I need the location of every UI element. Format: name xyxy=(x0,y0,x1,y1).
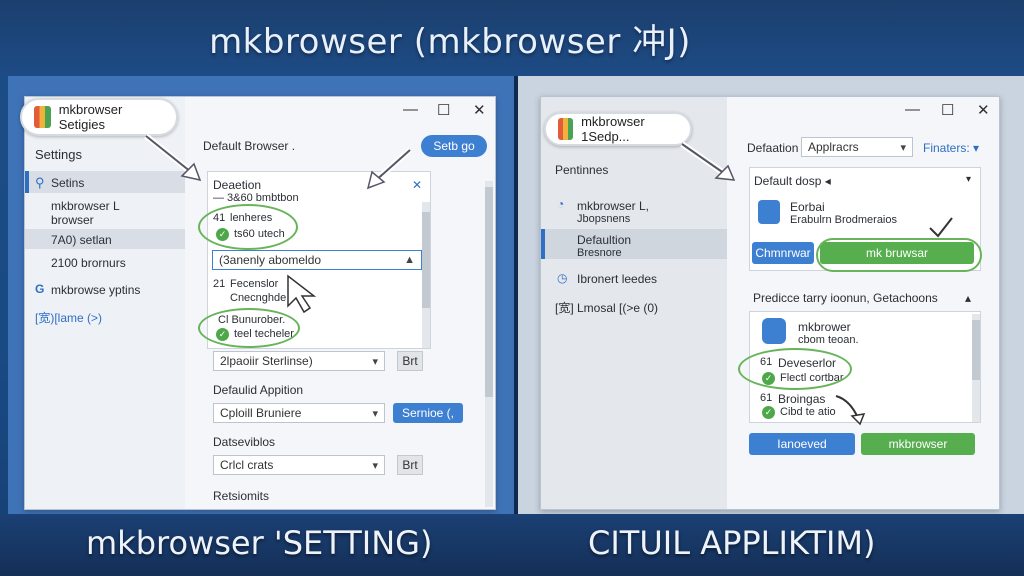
app-title: Eorbai xyxy=(790,200,825,214)
arrow-icon xyxy=(144,133,202,182)
sidebar-item-yptins[interactable]: mkbrowse yptins xyxy=(51,283,140,297)
card-subtitle: — 3&60 bmbtbon xyxy=(213,192,299,204)
list-item-num: 61 xyxy=(760,392,773,404)
app-logo-icon xyxy=(558,118,574,140)
banner-title: mkbrowser (mkbrowser 冲J) xyxy=(209,22,691,62)
mkbrowser-button[interactable]: mkbrowser xyxy=(861,433,975,455)
browser-icon: ◔ xyxy=(557,197,565,211)
app-logo-icon xyxy=(34,106,51,128)
sidebar-title: Pentinnes xyxy=(555,163,609,177)
search-icon: ⚲ xyxy=(35,175,45,190)
default-apps-window: Pentinnes ◔ mkbrowser L, Jbopsnens Defau… xyxy=(540,96,1000,510)
minimize-button[interactable]: — xyxy=(403,101,418,118)
sidebar-item-mkbrowser[interactable]: mkbrowser L, xyxy=(577,199,649,213)
row2-select-value: Cploill Bruniere xyxy=(220,406,302,420)
section-title: Predicce tarry ioonun, Getachoons xyxy=(753,291,938,305)
section-detes: Datseviblos xyxy=(213,435,276,449)
sidebar-item-brornurs[interactable]: 2100 brornurs xyxy=(51,256,126,270)
row3-select-value: Crlcl crats xyxy=(220,458,274,472)
app-title-pill: mkbrowser 1Sedp... xyxy=(544,112,692,146)
cursor-icon xyxy=(929,217,953,238)
cursor-icon xyxy=(287,274,317,314)
sidebar-selected-indicator xyxy=(541,229,545,259)
sidebar-item-setins[interactable]: Setins xyxy=(51,176,84,190)
clock-icon: ◷ xyxy=(557,271,568,285)
settings-window: Settings ⚲ Setins mkbrowser L browser 7A… xyxy=(24,96,496,510)
row1-button[interactable]: Brt xyxy=(397,351,423,371)
chevron-down-icon: ▾ xyxy=(372,408,378,420)
sidebar-item-sub: Jbopsnens xyxy=(577,213,631,225)
app-title: mkbrowser Setigies xyxy=(58,102,123,132)
check-icon: ✓ xyxy=(762,406,775,419)
arrow-icon xyxy=(835,395,866,426)
chevron-up-icon: ▲ xyxy=(404,254,415,266)
chevron-up-icon[interactable]: ▴ xyxy=(965,291,971,305)
sidebar-link-lmosal[interactable]: [宽] Lmosal [(>e (0) xyxy=(555,299,658,316)
chevron-down-icon[interactable]: ▾ xyxy=(966,174,971,185)
chevron-down-icon: ▾ xyxy=(372,460,378,472)
setup-button[interactable]: Setb go xyxy=(421,135,487,157)
apps-select[interactable]: Applracrs ▾ xyxy=(801,137,913,157)
panel-divider xyxy=(514,76,518,516)
sidebar-title: Settings xyxy=(35,147,82,162)
app-icon xyxy=(758,200,780,224)
list-item-name[interactable]: mkbrower xyxy=(798,320,851,334)
highlight-ring xyxy=(198,204,298,250)
item-number: 21 xyxy=(213,278,226,290)
row1-select-value: 2lpaoiir Sterlinse) xyxy=(220,354,313,368)
search-browser-value: (3anenly abomeldo xyxy=(219,253,322,267)
apps-select-value: Applracrs xyxy=(808,140,859,154)
list-item-sub: cbom teoan. xyxy=(798,334,859,346)
top-banner: mkbrowser (mkbrowser 冲J) xyxy=(0,0,1024,76)
row3-button[interactable]: Brt xyxy=(397,455,423,475)
list-item-name[interactable]: Broingas xyxy=(778,392,825,406)
chevron-down-icon: ▾ xyxy=(900,142,906,154)
row2-select[interactable]: Cploill Bruniere ▾ xyxy=(213,403,385,423)
sidebar-item-setlan[interactable]: 7A0) setlan xyxy=(51,233,112,247)
sidebar-item-mkbrowser[interactable]: mkbrowser L xyxy=(51,199,120,213)
arrow-icon xyxy=(366,147,412,190)
card-title: Deaetion xyxy=(213,178,262,192)
app-icon xyxy=(762,318,786,344)
default-dosp-label: Default dosp ◂ xyxy=(754,174,831,188)
item-sub: Cnecnghde xyxy=(230,292,287,304)
refresh-icon: G xyxy=(35,282,45,296)
maximize-button[interactable]: ☐ xyxy=(437,101,450,119)
highlight-ring xyxy=(816,238,982,272)
caption-right: CITUIL APPLIKTIM) xyxy=(588,524,876,562)
row2-button[interactable]: Sernioe (, xyxy=(393,403,463,423)
row1-select[interactable]: 2lpaoiir Sterlinse) ▾ xyxy=(213,351,385,371)
chevron-down-icon: ▾ xyxy=(372,356,378,368)
list-item-sub: Cibd te atio xyxy=(780,406,836,418)
sidebar-selected-indicator xyxy=(25,171,29,193)
sidebar-selected-bg xyxy=(541,229,727,259)
sidebar-item-browser[interactable]: browser xyxy=(51,213,94,227)
row3-select[interactable]: Crlcl crats ▾ xyxy=(213,455,385,475)
highlight-ring xyxy=(738,348,852,390)
close-button[interactable]: ✕ xyxy=(977,101,990,119)
sidebar-item-sub: Bresnore xyxy=(577,247,622,259)
item-name[interactable]: Fecenslor xyxy=(230,278,278,290)
arrow-icon xyxy=(680,141,736,181)
remove-button[interactable]: Ianoeved xyxy=(749,433,855,455)
content-scrollbar-thumb[interactable] xyxy=(485,187,493,397)
sidebar-item-defaultion[interactable]: Defaultion xyxy=(577,233,631,247)
section-last: Retsiomits xyxy=(213,489,270,503)
search-browser-field[interactable]: (3anenly abomeldo ▲ xyxy=(212,250,422,270)
app-subtitle: Erabulrn Brodmeraios xyxy=(790,214,897,226)
maximize-button[interactable]: ☐ xyxy=(941,101,954,119)
section-default-app: Defaulid Appition xyxy=(213,383,304,397)
filters-link[interactable]: Finaters: ▾ xyxy=(923,141,979,155)
close-button[interactable]: ✕ xyxy=(473,101,486,119)
caption-left: mkbrowser 'SETTING) xyxy=(86,524,433,562)
defaation-label: Defaation xyxy=(747,141,799,155)
list-scrollbar-thumb[interactable] xyxy=(972,320,980,380)
minimize-button[interactable]: — xyxy=(905,101,920,118)
sidebar-item-leedes[interactable]: Ibronert leedes xyxy=(577,272,657,286)
change-button[interactable]: Chmnrwar xyxy=(752,242,814,264)
card-scrollbar-thumb[interactable] xyxy=(422,212,430,308)
sidebar-link-lame[interactable]: [宽)[lame (>) xyxy=(35,309,102,326)
app-title: mkbrowser 1Sedp... xyxy=(581,114,645,144)
